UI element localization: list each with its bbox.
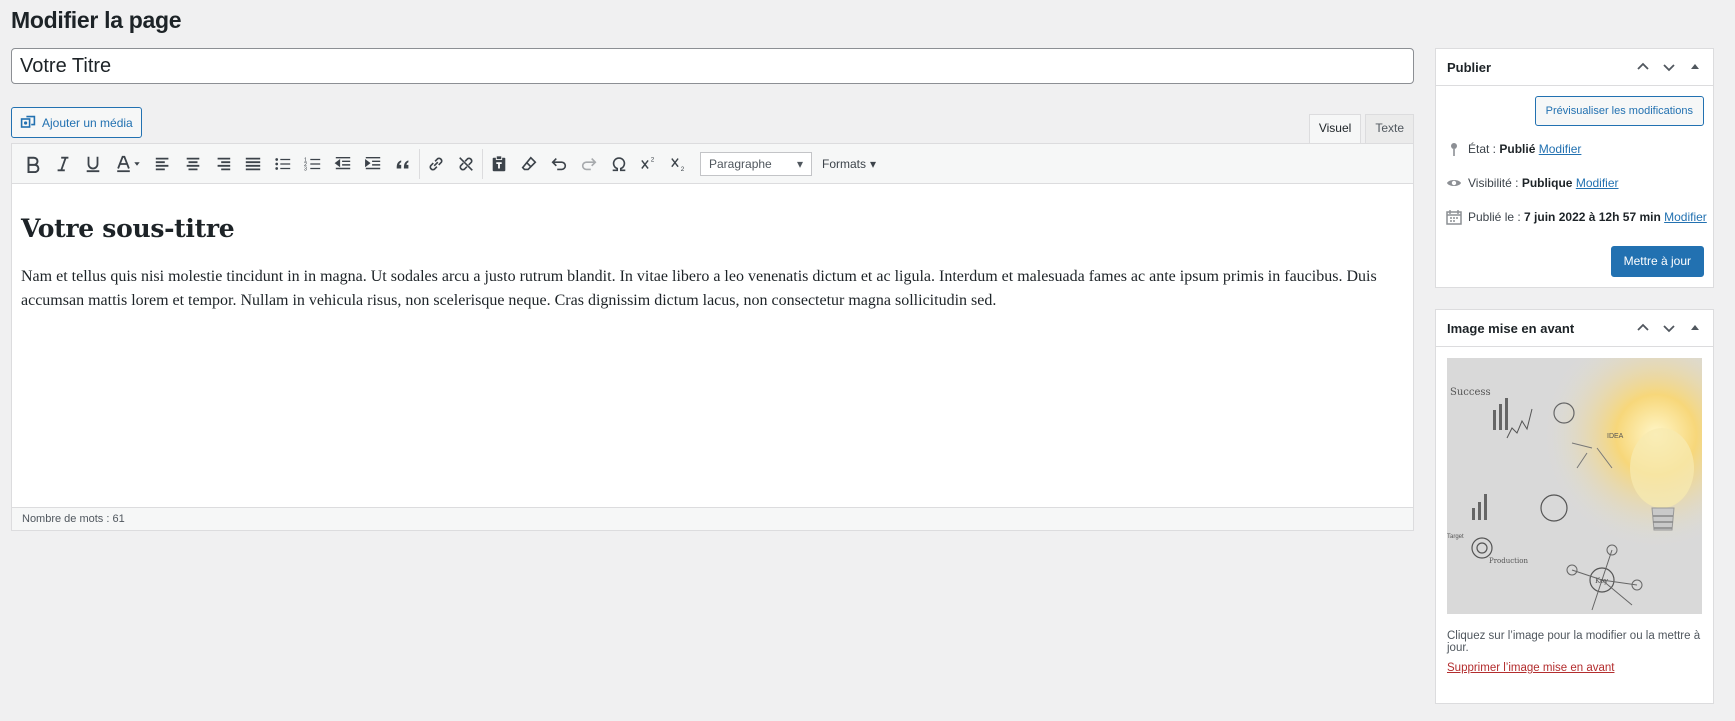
- publish-box-title: Publier: [1447, 59, 1492, 75]
- align-right-icon[interactable]: [208, 149, 238, 179]
- bullet-list-icon[interactable]: [268, 149, 298, 179]
- editor-content[interactable]: Votre sous-titre Nam et tellus quis nisi…: [12, 184, 1413, 313]
- chevron-down-icon[interactable]: [1657, 55, 1681, 79]
- status-row: État : Publié Modifier: [1446, 141, 1581, 157]
- visibility-row: Visibilité : Publique Modifier: [1446, 175, 1619, 191]
- visibility-value: Publique: [1521, 176, 1573, 190]
- featured-image-caption: Cliquez sur l’image pour la modifier ou …: [1447, 630, 1701, 654]
- publish-box: Publier Prévisualiser les modifications …: [1435, 48, 1714, 288]
- img-text-target: Target: [1447, 534, 1464, 540]
- chevron-down-icon: ▾: [796, 156, 803, 171]
- omega-icon[interactable]: [604, 149, 634, 179]
- undo-icon[interactable]: [544, 149, 574, 179]
- svg-text:2: 2: [681, 166, 685, 173]
- text-color-icon[interactable]: [108, 149, 148, 179]
- collapse-icon[interactable]: [1683, 55, 1707, 79]
- featured-box-title: Image mise en avant: [1447, 320, 1575, 336]
- toolbar-divider: [482, 148, 483, 179]
- featured-image-box: Image mise en avant Success IDEA Target …: [1435, 309, 1714, 704]
- page-title: Modifier la page: [11, 7, 182, 33]
- calendar-icon: [1446, 210, 1462, 225]
- tab-text[interactable]: Texte: [1365, 114, 1414, 143]
- pin-icon: [1451, 143, 1457, 156]
- unlink-icon[interactable]: [451, 149, 481, 179]
- img-text-key: Key: [1595, 577, 1608, 585]
- edit-visibility-link[interactable]: Modifier: [1576, 176, 1619, 190]
- img-text-production: Production: [1489, 557, 1528, 565]
- featured-box-header: Image mise en avant: [1436, 310, 1713, 347]
- add-media-label: Ajouter un média: [42, 115, 133, 130]
- preview-button[interactable]: Prévisualiser les modifications: [1534, 96, 1704, 126]
- collapse-icon[interactable]: [1683, 316, 1707, 340]
- update-button[interactable]: Mettre à jour: [1610, 246, 1704, 277]
- img-text-idea: IDEA: [1607, 433, 1624, 440]
- underline-icon[interactable]: [78, 149, 108, 179]
- word-count: Nombre de mots : 61: [12, 507, 1413, 530]
- blockquote-icon[interactable]: [388, 149, 418, 179]
- svg-text:2: 2: [651, 156, 655, 163]
- published-label: Publié le :: [1468, 210, 1521, 224]
- numbered-list-icon[interactable]: 123: [298, 149, 328, 179]
- align-center-icon[interactable]: [178, 149, 208, 179]
- visibility-label: Visibilité :: [1468, 176, 1519, 190]
- paste-text-icon[interactable]: [484, 149, 514, 179]
- bold-icon[interactable]: [18, 149, 48, 179]
- link-icon[interactable]: [421, 149, 451, 179]
- featured-image[interactable]: Success IDEA Target Production Key: [1447, 358, 1702, 614]
- chevron-down-icon: ▾: [870, 156, 877, 171]
- paragraph-select-value: Paragraphe: [709, 156, 772, 171]
- status-label: État :: [1468, 142, 1497, 156]
- published-value: 7 juin 2022 à 12h 57 min: [1524, 210, 1661, 224]
- svg-text:3: 3: [304, 166, 307, 172]
- remove-featured-image-link[interactable]: Supprimer l’image mise en avant: [1447, 662, 1614, 674]
- redo-icon[interactable]: [574, 149, 604, 179]
- published-date-row: Publié le : 7 juin 2022 à 12h 57 min Mod…: [1446, 209, 1707, 225]
- outdent-icon[interactable]: [328, 149, 358, 179]
- clear-format-icon[interactable]: [514, 149, 544, 179]
- formats-menu[interactable]: Formats ▾: [822, 157, 876, 171]
- indent-icon[interactable]: [358, 149, 388, 179]
- subscript-icon[interactable]: 2: [664, 149, 694, 179]
- italic-icon[interactable]: [48, 149, 78, 179]
- eye-icon: [1447, 180, 1461, 186]
- edit-date-link[interactable]: Modifier: [1664, 210, 1707, 224]
- editor-tabs: Visuel Texte: [1308, 114, 1414, 143]
- chevron-up-icon[interactable]: [1631, 55, 1655, 79]
- superscript-icon[interactable]: 2: [634, 149, 664, 179]
- content-paragraph[interactable]: Nam et tellus quis nisi molestie tincidu…: [21, 265, 1406, 313]
- align-left-icon[interactable]: [148, 149, 178, 179]
- justify-icon[interactable]: [238, 149, 268, 179]
- editor: 123 2 2 Paragraphe ▾ Formats ▾ Votre sou…: [11, 143, 1414, 531]
- title-input[interactable]: Votre Titre: [11, 48, 1414, 84]
- media-icon: [20, 115, 36, 128]
- toolbar-divider: [419, 148, 420, 179]
- status-value: Publié: [1499, 142, 1536, 156]
- content-heading[interactable]: Votre sous-titre: [21, 214, 1404, 243]
- img-text-success: Success: [1450, 387, 1491, 398]
- formats-label: Formats: [822, 156, 867, 171]
- publish-box-header: Publier: [1436, 49, 1713, 86]
- chevron-up-icon[interactable]: [1631, 316, 1655, 340]
- add-media-button[interactable]: Ajouter un média: [11, 107, 142, 138]
- tab-visual[interactable]: Visuel: [1308, 114, 1362, 143]
- edit-status-link[interactable]: Modifier: [1539, 142, 1582, 156]
- chevron-down-icon[interactable]: [1657, 316, 1681, 340]
- paragraph-select[interactable]: Paragraphe ▾: [700, 151, 812, 176]
- editor-toolbar: 123 2 2 Paragraphe ▾ Formats ▾: [12, 144, 1413, 184]
